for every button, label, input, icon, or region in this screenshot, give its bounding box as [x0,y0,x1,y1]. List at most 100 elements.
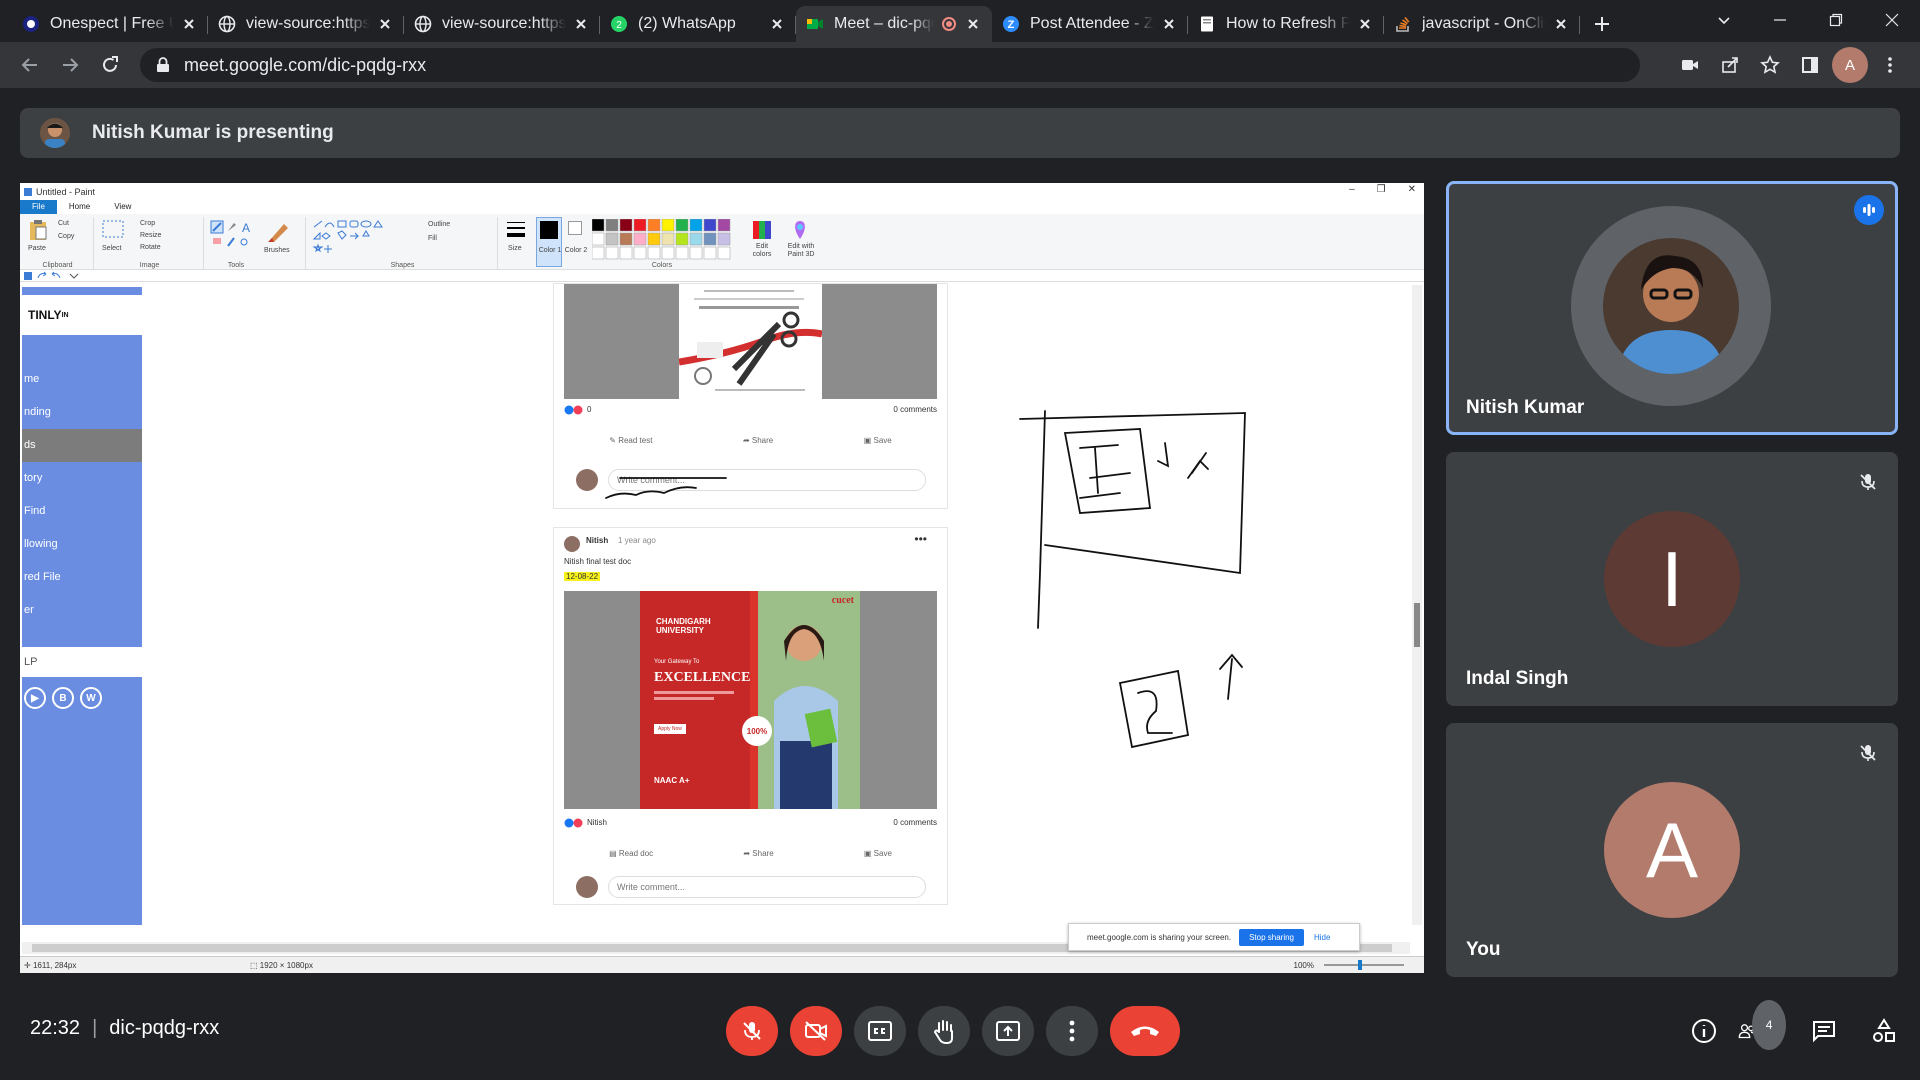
paint-title: Untitled - Paint [36,186,96,197]
tab-onespect[interactable]: Onespect | Free U [12,6,208,42]
chat-button[interactable] [1798,1006,1850,1056]
close-icon[interactable] [1552,15,1570,33]
activities-button[interactable] [1858,1006,1910,1056]
globe-icon [414,15,432,33]
reload-button[interactable] [92,47,128,83]
close-icon[interactable] [768,15,786,33]
paint-menu-home[interactable]: Home [57,200,102,214]
profile-avatar: A [1832,47,1868,83]
brush-icon[interactable] [266,220,292,244]
shapes-icon[interactable] [312,219,422,257]
paint-close-icon[interactable]: ✕ [1408,184,1416,195]
new-tab-button[interactable] [1584,6,1620,42]
close-icon[interactable] [572,15,590,33]
color1-swatch[interactable] [536,217,562,267]
toggle-camera-button[interactable] [790,1006,842,1056]
color-palette[interactable] [592,219,752,263]
toggle-mic-button[interactable] [726,1006,778,1056]
paste-label[interactable]: Paste [28,245,46,252]
vertical-scrollbar[interactable] [1412,285,1422,925]
paint-app-icon [24,187,32,196]
color2-swatch[interactable] [568,221,582,235]
meeting-details: 22:32 | dic-pqdg-rxx [30,1017,219,1040]
crop-label[interactable]: Crop [140,220,155,227]
zoom-slider-thumb[interactable] [1358,960,1362,970]
size-label[interactable]: Size [508,245,522,252]
close-icon[interactable] [1356,15,1374,33]
raise-hand-button[interactable] [918,1006,970,1056]
close-icon[interactable] [964,15,982,33]
tab-zoom-attendee[interactable]: Z Post Attendee - Z [992,6,1188,42]
side-panel-button[interactable] [1792,47,1828,83]
camera-in-use-button[interactable] [1672,47,1708,83]
close-icon[interactable] [376,15,394,33]
star-icon [1760,55,1780,74]
rotate-label[interactable]: Rotate [140,244,161,251]
share-icon [1722,57,1738,73]
save-undo-redo-icons[interactable] [20,270,80,282]
paint-menu-file[interactable]: File [20,200,57,214]
hide-notice-button[interactable]: Hide [1314,933,1330,942]
resize-label[interactable]: Resize [140,232,161,239]
tab-title: javascript - OnClic [1422,15,1546,32]
window-close-button[interactable] [1864,0,1920,40]
edit-colors-icon[interactable] [752,220,772,240]
zoom-level: 100% [1293,960,1314,970]
participant-tile-indal[interactable]: I Indal Singh [1446,452,1898,706]
paint-minimize-icon[interactable]: – [1349,184,1355,195]
back-button[interactable] [12,47,48,83]
select-label[interactable]: Select [102,245,121,252]
scroll-thumb[interactable] [1414,603,1420,647]
zoom-slider[interactable] [1324,960,1404,970]
tab-search-button[interactable] [1696,0,1752,40]
tab-javascript-onclick[interactable]: javascript - OnClic [1384,6,1580,42]
paint-menu-view[interactable]: View [102,200,143,214]
chat-icon [1813,1021,1835,1043]
tab-view-source-2[interactable]: view-source:https [404,6,600,42]
participant-count-badge: 4 [1752,1000,1786,1050]
window-controls [1696,0,1920,40]
tool-icons[interactable]: A [210,220,260,250]
stop-sharing-button[interactable]: Stop sharing [1239,928,1304,946]
restore-button[interactable] [1808,0,1864,40]
tools-group: A Brushes Tools [206,217,306,269]
tab-meet[interactable]: Meet – dic-pqdg-rxx [796,6,992,42]
paint3d-icon[interactable] [790,219,810,241]
cut-label[interactable]: Cut [58,220,69,227]
address-bar[interactable]: meet.google.com/dic-pqdg-rxx [140,48,1640,82]
meeting-info-button[interactable] [1678,1006,1730,1056]
paint-canvas[interactable]: TINLY IN me nding ds tory Find llowing re… [20,283,1424,933]
size-icon[interactable] [506,220,526,238]
brushes-label[interactable]: Brushes [264,247,290,254]
profile-button[interactable]: A [1832,47,1868,83]
meet-icon [807,19,823,29]
tab-view-source-1[interactable]: view-source:https [208,6,404,42]
fill-label[interactable]: Fill [428,235,437,242]
tab-how-to-refresh[interactable]: How to Refresh P [1188,6,1384,42]
tab-whatsapp[interactable]: 2 (2) WhatsApp [600,6,796,42]
paint-ribbon: Paste Cut Copy Clipboard Select Crop Res… [20,214,1424,270]
minimize-button[interactable] [1752,0,1808,40]
paste-icon [30,220,47,240]
share-page-button[interactable] [1712,47,1748,83]
cursor-position: ✛ 1611, 284px [24,960,77,970]
edit-colors-label: Edit colors [752,243,772,258]
more-options-button[interactable] [1046,1006,1098,1056]
bookmark-button[interactable] [1752,47,1788,83]
forward-button[interactable] [52,47,88,83]
browser-menu-button[interactable] [1872,47,1908,83]
close-icon[interactable] [180,15,198,33]
captions-button[interactable] [854,1006,906,1056]
people-button[interactable]: 4 [1738,1000,1790,1056]
present-screen-button[interactable] [982,1006,1034,1056]
leave-call-button[interactable] [1110,1006,1180,1056]
participant-tile-you[interactable]: A You [1446,723,1898,977]
copy-label[interactable]: Copy [58,233,74,240]
close-icon[interactable] [1160,15,1178,33]
color2-label: Color 2 [564,247,588,254]
participant-tile-nitish[interactable]: Nitish Kumar [1446,181,1898,435]
participant-avatar: A [1604,782,1740,918]
shared-screen: Untitled - Paint – ❐ ✕ File Home View Pa… [20,183,1424,973]
paint-restore-icon[interactable]: ❐ [1377,184,1386,195]
outline-label[interactable]: Outline [428,221,450,228]
